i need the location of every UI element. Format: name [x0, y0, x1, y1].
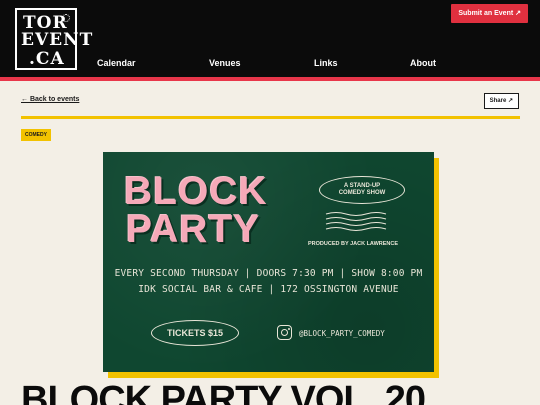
site-logo[interactable]: TOR EVENT .CA — [15, 8, 92, 70]
submit-event-button[interactable]: Submit an Event ↗ — [451, 4, 528, 23]
site-header: TOR EVENT .CA Submit an Event ↗ Calendar… — [0, 0, 540, 77]
instagram-handle: @BLOCK_PARTY_COMEDY — [299, 329, 385, 338]
logo-line-3: .CA — [29, 49, 65, 69]
venue-text: IDK SOCIAL BAR & CAFE | 172 OSSINGTON AV… — [138, 284, 399, 295]
poster-title: BLOCK PARTY — [124, 170, 268, 251]
header-divider — [0, 77, 540, 81]
logo-line-2: EVENT — [21, 30, 94, 50]
event-poster: BLOCK PARTY A STAND-UP COMEDY SHOW PRODU… — [103, 152, 434, 372]
section-divider — [21, 116, 520, 119]
tickets-price: TICKETS $15 — [151, 320, 239, 346]
schedule-text: EVERY SECOND THURSDAY | DOORS 7:30 PM | … — [114, 268, 423, 279]
share-button[interactable]: Share ↗ — [483, 93, 519, 109]
show-type-line-1: A STAND-UP — [343, 183, 381, 189]
nav-calendar[interactable]: Calendar — [97, 58, 136, 68]
event-title: BLOCK PARTY VOL. 20 — [21, 379, 426, 405]
poster-title-line-1: BLOCK — [124, 170, 268, 213]
nav-links[interactable]: Links — [314, 58, 338, 68]
category-tag[interactable]: COMEDY — [21, 129, 51, 141]
show-type-badge: A STAND-UP COMEDY SHOW — [319, 176, 405, 204]
show-type-line-2: COMEDY SHOW — [338, 190, 386, 196]
nav-about[interactable]: About — [410, 58, 436, 68]
poster-title-line-2: PARTY — [126, 208, 261, 251]
back-to-events-link[interactable]: ← Back to events — [21, 96, 79, 103]
nav-venues[interactable]: Venues — [209, 58, 241, 68]
producer-credit: PRODUCED BY JACK LAWRENCE — [308, 241, 399, 247]
squiggle-decoration — [325, 212, 387, 231]
instagram-icon — [277, 325, 292, 340]
